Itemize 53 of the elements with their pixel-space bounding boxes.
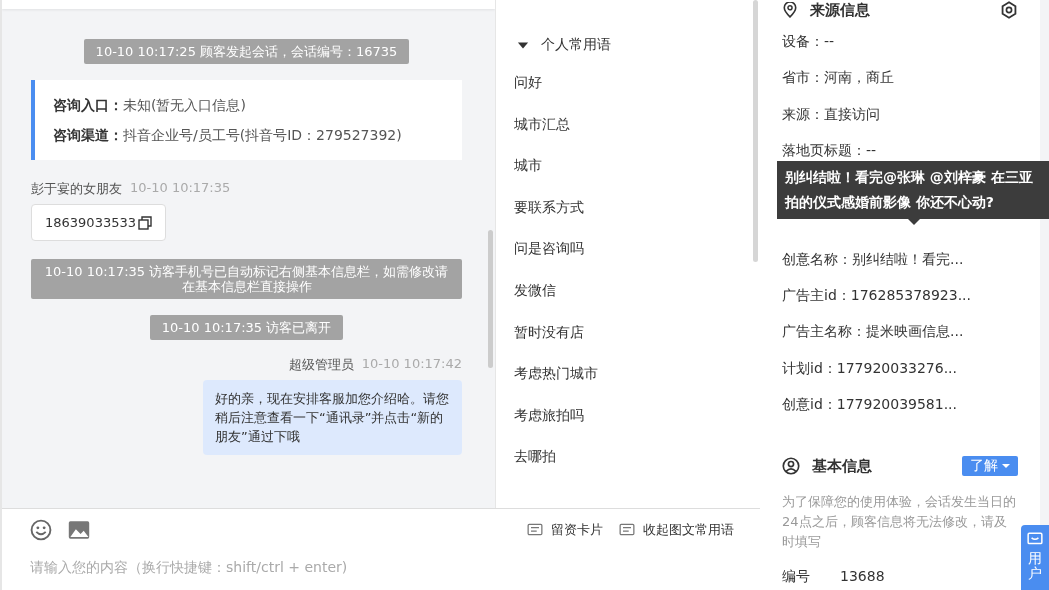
tooltip-arrow — [908, 219, 920, 226]
info-row-text: 来源：直接访问 — [782, 104, 881, 124]
scrollbar[interactable] — [488, 230, 493, 368]
section-title: 来源信息 — [810, 0, 870, 20]
user-circle-icon — [782, 457, 800, 476]
location-pin-icon — [782, 2, 798, 18]
emoji-icon[interactable] — [30, 519, 52, 541]
hint-text: 为了保障您的使用体验，会话发生当日的24点之后，顾客信息将无法修改，请及时填写 — [782, 493, 1017, 552]
info-row-text: 落地页标题：-- — [782, 140, 878, 160]
sender-name: 超级管理员 — [288, 356, 354, 374]
phrase-group[interactable]: 个人常用语 — [514, 28, 742, 62]
info-row-text: 创意id：177920039581... — [782, 394, 958, 414]
phrase-item[interactable]: 要联系方式 — [514, 186, 742, 229]
image-icon[interactable] — [68, 519, 90, 541]
copy-icon[interactable] — [138, 215, 152, 230]
info-row-text: 创意名称：别纠结啦！看完... — [782, 249, 965, 269]
field-label: 编号 — [782, 568, 810, 587]
info-row-text: 广告主名称：提米映画信息... — [782, 322, 965, 342]
scrollbar[interactable] — [753, 0, 758, 262]
info-row-text: 计划id：177920033276... — [782, 358, 958, 378]
message-time: 10-10 10:17:42 — [361, 356, 462, 373]
message-icon — [619, 522, 635, 538]
message-icon — [527, 522, 543, 538]
info-label: 咨询渠道： — [53, 127, 123, 143]
info-row-text: 广告主id：176285378923... — [782, 286, 972, 306]
tooltip: 别纠结啦！看完@张琳 @刘梓豪 在三亚拍的仪式感婚前影像 你还不心动? — [777, 161, 1049, 220]
phrase-item[interactable]: 去哪拍 — [514, 436, 742, 478]
phrase-item[interactable]: 城市汇总 — [514, 103, 742, 146]
message-time: 10-10 10:17:35 — [130, 180, 231, 197]
system-message: 10-10 10:17:35 访客已离开 — [149, 315, 344, 340]
system-message: 10-10 10:17:25 顾客发起会话，会话编号：16735 — [83, 39, 410, 64]
phrase-item[interactable]: 发微信 — [514, 269, 742, 312]
phrase-item[interactable]: 暂时没有店 — [514, 311, 742, 354]
sender-name: 彭于宴的女朋友 — [31, 180, 122, 198]
chat-icon — [1027, 531, 1043, 547]
settings-icon[interactable] — [1000, 1, 1018, 19]
section-title: 基本信息 — [812, 456, 872, 476]
message-text: 18639033533 — [45, 215, 136, 230]
phrase-item[interactable]: 城市 — [514, 145, 742, 187]
toolbar-button[interactable]: 留资卡片 — [527, 521, 603, 539]
field-value: 13688 — [840, 568, 885, 587]
phrase-item[interactable]: 问是咨询吗 — [514, 228, 742, 270]
system-message: 10-10 10:17:35 访客手机号已自动标记右侧基本信息栏，如需修改请在基本信息栏直接操作 — [31, 259, 462, 299]
info-value: 未知(暂无入口信息) — [123, 97, 246, 113]
phrase-item[interactable]: 考虑热门城市 — [514, 353, 742, 395]
toolbar-button[interactable]: 收起图文常用语 — [619, 521, 734, 539]
info-row-text: 省市：河南，商丘 — [782, 68, 895, 88]
phrase-item[interactable]: 问好 — [514, 62, 742, 104]
info-row-text: 设备：-- — [782, 32, 836, 51]
info-value: 抖音企业号/员工号(抖音号ID：279527392) — [123, 127, 402, 143]
phrase-item[interactable]: 考虑旅拍吗 — [514, 394, 742, 437]
message-text: 好的亲，现在安排客服加您介绍哈。请您稍后注意查看一下“通讯录”并点击“新的朋友”通过下哦 — [215, 390, 450, 446]
info-label: 咨询入口： — [53, 97, 123, 113]
